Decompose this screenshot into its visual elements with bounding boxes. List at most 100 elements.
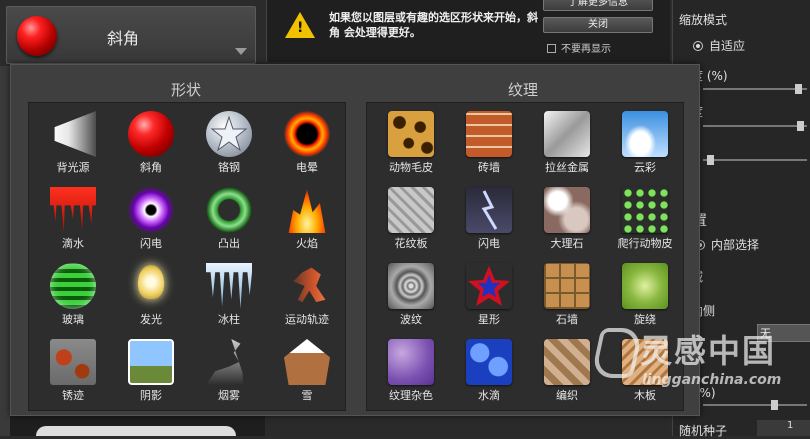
preset-tile[interactable]: 石墙 <box>529 257 605 333</box>
smoke-icon <box>206 339 243 385</box>
reptile-skin-icon <box>622 187 668 233</box>
checkbox-icon <box>547 44 556 53</box>
param-slider[interactable] <box>703 155 807 165</box>
preset-tile-label: 雪 <box>301 389 313 402</box>
preset-tile-label: 云彩 <box>634 161 656 174</box>
preset-tile[interactable]: 动物毛皮 <box>373 105 449 181</box>
preset-tile[interactable]: 冰柱 <box>191 257 267 333</box>
preset-tile[interactable]: 砖墙 <box>451 105 527 181</box>
spotlight-icon <box>54 111 96 157</box>
preset-tile-label: 闪电 <box>140 237 162 250</box>
ripple-icon <box>388 263 434 309</box>
texture-noise-icon <box>388 339 434 385</box>
weave-icon <box>544 339 590 385</box>
preset-tile-label: 石墙 <box>556 313 578 326</box>
shadow-icon <box>128 339 174 385</box>
preset-tile[interactable]: 拉丝金属 <box>529 105 605 181</box>
preset-tile[interactable]: 火焰 <box>269 181 345 257</box>
preset-tile-label: 斜角 <box>140 161 162 174</box>
preset-tile[interactable]: 闪电 <box>113 181 189 257</box>
slider-knob[interactable] <box>797 121 804 131</box>
preset-tile[interactable]: 铬钢 <box>191 105 267 181</box>
motion-trail-icon <box>293 267 326 303</box>
preset-tile[interactable]: 电晕 <box>269 105 345 181</box>
diamond-plate-icon <box>388 187 434 233</box>
preset-tile-label: 大理石 <box>550 237 584 250</box>
seed-input[interactable]: 1 <box>757 420 810 436</box>
icicle-icon <box>206 263 252 309</box>
preview-image <box>36 426 236 436</box>
close-button[interactable]: 关闭 <box>543 17 653 33</box>
preset-tile-label: 烟雾 <box>218 389 240 402</box>
fire-icon <box>288 189 326 233</box>
preset-tile[interactable]: 星形 <box>451 257 527 333</box>
inner-select-label: 内部选择 <box>711 238 760 252</box>
ring-icon <box>206 187 252 233</box>
preset-tile[interactable]: 雪 <box>269 333 345 409</box>
preset-label: 斜角 <box>107 29 140 48</box>
preset-tile[interactable]: 背光源 <box>35 105 111 181</box>
slider-knob[interactable] <box>707 155 714 165</box>
marble-icon <box>544 187 590 233</box>
shapes-grid: 背光源 斜角 铬钢 电晕滴水 闪电 凸出 火焰玻璃 发光 冰柱 运动轨迹锈迹 阴影 烟雾 雪 <box>28 102 346 411</box>
preset-tile[interactable]: 锈迹 <box>35 333 111 409</box>
watermark-logo-icon <box>590 328 644 378</box>
preset-tile[interactable]: 阴影 <box>113 333 189 409</box>
warning-icon: ! <box>285 12 315 38</box>
preset-tile[interactable]: 烟雾 <box>191 333 267 409</box>
shapes-title: 形状 <box>171 81 202 99</box>
glass-icon <box>50 263 96 309</box>
preset-tile-label: 滴水 <box>62 237 84 250</box>
rust-icon <box>50 339 96 385</box>
preset-tile-label: 火焰 <box>296 237 318 250</box>
preset-tile-label: 波纹 <box>400 313 422 326</box>
slider-knob[interactable] <box>795 84 802 94</box>
snow-icon <box>284 339 330 385</box>
preset-tile-label: 锈迹 <box>62 389 84 402</box>
chrome-star-icon <box>206 111 252 157</box>
width-slider[interactable] <box>703 84 807 94</box>
watermark-name: 灵感中国 <box>640 332 777 370</box>
preset-tile[interactable]: 爬行动物皮 <box>607 181 683 257</box>
preset-tile[interactable]: 发光 <box>113 257 189 333</box>
notice-bar: ! 如果您以图层或有趣的选区形状来开始，斜角 会处理得更好。 了解更多信息 关闭… <box>266 0 670 62</box>
slider-knob[interactable] <box>771 400 778 410</box>
preset-tile-label: 花纹板 <box>394 237 428 250</box>
preset-tile[interactable]: 运动轨迹 <box>269 257 345 333</box>
swirl-icon <box>622 263 668 309</box>
preset-tile-label: 运动轨迹 <box>285 313 329 326</box>
preset-tile[interactable]: 编织 <box>529 333 605 409</box>
glow-slider[interactable] <box>703 400 807 410</box>
preset-tile-label: 拉丝金属 <box>545 161 589 174</box>
preset-tile[interactable]: 云彩 <box>607 105 683 181</box>
inner-select-radio[interactable]: 内部选择 <box>695 236 759 253</box>
preset-button[interactable]: 斜角 <box>6 6 256 64</box>
preset-tile[interactable]: 波纹 <box>373 257 449 333</box>
preset-tile[interactable]: 大理石 <box>529 181 605 257</box>
stone-wall-icon <box>544 263 590 309</box>
dont-show-checkbox[interactable]: 不要再显示 <box>547 40 611 55</box>
bulb-icon <box>138 265 164 299</box>
preset-tile-label: 爬行动物皮 <box>617 237 673 250</box>
scale-mode-label: 缩放模式 <box>679 13 728 27</box>
drip-icon <box>50 187 96 233</box>
preset-tile[interactable]: 斜角 <box>113 105 189 181</box>
red-ball-icon <box>128 111 174 157</box>
preset-tile-label: 铬钢 <box>218 161 240 174</box>
preset-tile-label: 编织 <box>556 389 578 402</box>
preset-tile[interactable]: 凸出 <box>191 181 267 257</box>
height-slider[interactable] <box>703 121 807 131</box>
learn-more-button[interactable]: 了解更多信息 <box>543 0 653 11</box>
preset-tile[interactable]: 花纹板 <box>373 181 449 257</box>
preset-tile-label: 玻璃 <box>62 313 84 326</box>
adaptive-radio[interactable]: 自适应 <box>693 37 745 54</box>
preset-tile[interactable]: 闪电 <box>451 181 527 257</box>
lightning-icon <box>128 187 174 233</box>
brushed-metal-icon <box>544 111 590 157</box>
notice-text: 如果您以图层或有趣的选区形状来开始，斜角 会处理得更好。 <box>329 11 538 39</box>
preset-tile-label: 电晕 <box>296 161 318 174</box>
preset-tile[interactable]: 纹理杂色 <box>373 333 449 409</box>
preset-tile[interactable]: 水滴 <box>451 333 527 409</box>
preset-tile[interactable]: 玻璃 <box>35 257 111 333</box>
preset-tile[interactable]: 滴水 <box>35 181 111 257</box>
